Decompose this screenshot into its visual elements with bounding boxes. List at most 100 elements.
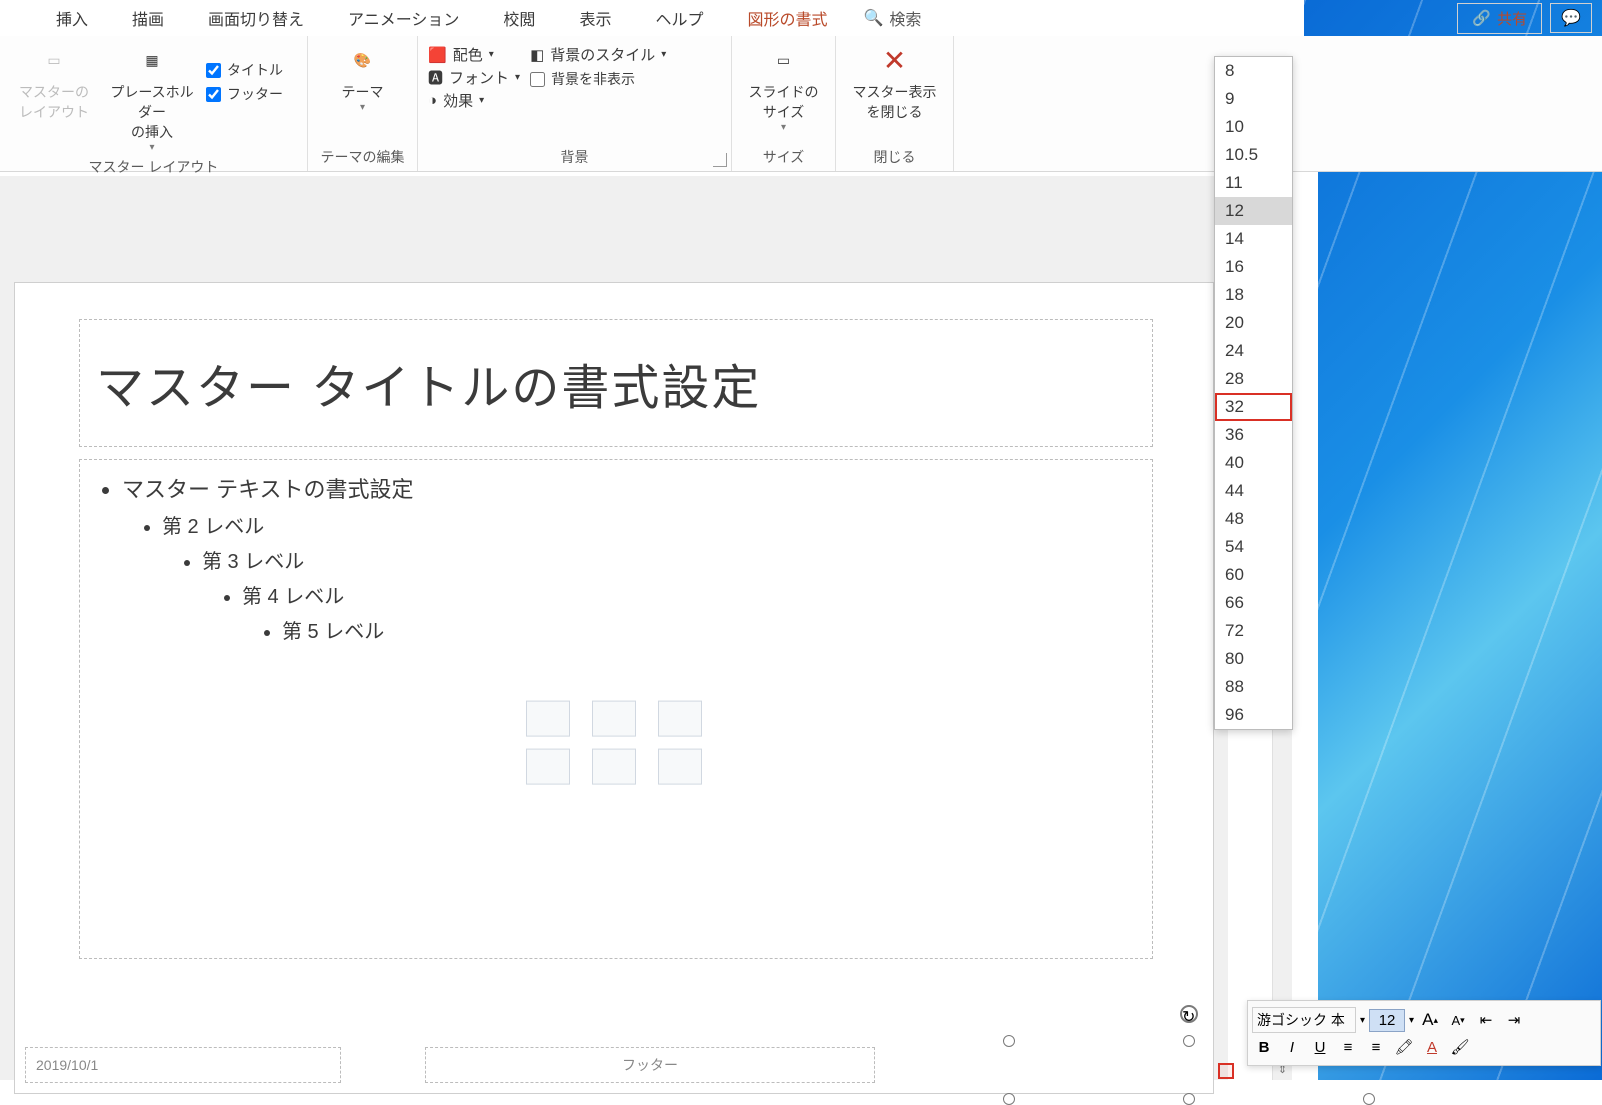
font-size-option[interactable]: 12: [1215, 197, 1292, 225]
increase-font-button[interactable]: A▴: [1418, 1008, 1442, 1032]
chevron-down-icon: ▾: [360, 102, 365, 113]
comment-icon: 💬: [1561, 10, 1581, 27]
tab-view[interactable]: 表示: [557, 0, 633, 36]
footer-checkbox[interactable]: フッター: [206, 84, 283, 104]
resize-handle[interactable]: [1183, 1035, 1195, 1047]
body-placeholder[interactable]: マスター テキストの書式設定 第 2 レベル 第 3 レベル 第 4 レベル 第…: [79, 459, 1153, 959]
share-label: 共有: [1497, 8, 1527, 29]
body-level-1: マスター テキストの書式設定: [122, 472, 1136, 504]
font-size-option[interactable]: 11: [1215, 169, 1292, 197]
font-size-option[interactable]: 96: [1215, 701, 1292, 729]
font-size-option[interactable]: 10: [1215, 113, 1292, 141]
effects-dropdown[interactable]: ◑効果 ▾: [428, 90, 520, 111]
close-master-button[interactable]: ✕ マスター表示 を閉じる: [851, 42, 939, 122]
underline-button[interactable]: U: [1308, 1035, 1332, 1059]
share-icon: 🔗: [1472, 9, 1491, 27]
resize-handle[interactable]: [1183, 1093, 1195, 1105]
chevron-down-icon[interactable]: ▾: [1360, 1015, 1365, 1026]
italic-button[interactable]: I: [1280, 1035, 1304, 1059]
resize-handle[interactable]: [1363, 1093, 1375, 1105]
chart-icon[interactable]: [592, 701, 636, 737]
font-size-option[interactable]: 28: [1215, 365, 1292, 393]
font-size-combo[interactable]: [1369, 1009, 1405, 1032]
align-center-button[interactable]: ≡: [1364, 1035, 1388, 1059]
decrease-font-button[interactable]: A▾: [1446, 1008, 1470, 1032]
chevron-down-icon: ▾: [479, 95, 484, 106]
font-size-option[interactable]: 54: [1215, 533, 1292, 561]
font-size-option[interactable]: 60: [1215, 561, 1292, 589]
insert-placeholder-button[interactable]: ▦ プレースホルダー の挿入 ▾: [108, 42, 196, 153]
format-painter-button[interactable]: 🖌: [1448, 1035, 1472, 1059]
fonts-label: フォント: [449, 67, 509, 88]
font-size-option[interactable]: 10.5: [1215, 141, 1292, 169]
slide-size-button[interactable]: ▭ スライドの サイズ ▾: [742, 42, 825, 133]
smartart-icon[interactable]: [658, 701, 702, 737]
font-name-combo[interactable]: 游ゴシック 本: [1252, 1007, 1356, 1033]
tab-animations[interactable]: アニメーション: [326, 0, 481, 36]
bg-styles-label: 背景のスタイル: [550, 44, 655, 65]
insert-placeholder-label: プレースホルダー の挿入: [108, 82, 196, 142]
background-styles-dropdown[interactable]: ◧背景のスタイル ▾: [530, 44, 666, 65]
colors-icon: 🟥: [428, 46, 447, 64]
group-background-label: 背景: [428, 143, 721, 171]
font-size-option[interactable]: 16: [1215, 253, 1292, 281]
tab-transitions[interactable]: 画面切り替え: [186, 0, 326, 36]
tab-review[interactable]: 校閲: [481, 0, 557, 36]
font-size-option[interactable]: 66: [1215, 589, 1292, 617]
font-size-dropdown-list[interactable]: 891010.511121416182024283236404448546066…: [1214, 56, 1293, 730]
dialog-launcher-icon[interactable]: [713, 153, 727, 167]
fonts-dropdown[interactable]: 🅰フォント ▾: [428, 67, 520, 88]
bold-button[interactable]: B: [1252, 1035, 1276, 1059]
footer-placeholder[interactable]: フッター: [425, 1047, 875, 1083]
resize-handle[interactable]: [1003, 1035, 1015, 1047]
online-picture-icon[interactable]: [592, 749, 636, 785]
video-icon[interactable]: [658, 749, 702, 785]
font-size-option[interactable]: 36: [1215, 421, 1292, 449]
font-size-option[interactable]: 20: [1215, 309, 1292, 337]
slide-canvas[interactable]: マスター タイトルの書式設定 マスター テキストの書式設定 第 2 レベル 第 …: [0, 176, 1228, 1080]
group-close: ✕ マスター表示 を閉じる 閉じる: [836, 36, 954, 171]
font-size-option[interactable]: 72: [1215, 617, 1292, 645]
font-size-option[interactable]: 80: [1215, 645, 1292, 673]
hide-background-checkbox[interactable]: 背景を非表示: [530, 69, 666, 89]
font-size-option[interactable]: 40: [1215, 449, 1292, 477]
tab-draw[interactable]: 描画: [110, 0, 186, 36]
title-placeholder[interactable]: マスター タイトルの書式設定: [79, 319, 1153, 447]
picture-icon[interactable]: [526, 749, 570, 785]
font-size-option[interactable]: 24: [1215, 337, 1292, 365]
themes-button[interactable]: 🎨 テーマ ▾: [319, 42, 407, 113]
group-close-label: 閉じる: [846, 143, 943, 171]
tell-me-search[interactable]: 🔍 検索: [863, 6, 921, 30]
group-background: 🟥配色 ▾ 🅰フォント ▾ ◑効果 ▾ ◧背景のスタイル ▾ 背景を非表示 背景: [418, 36, 732, 171]
font-size-option[interactable]: 8: [1215, 57, 1292, 85]
share-button[interactable]: 🔗 共有: [1457, 3, 1542, 34]
decrease-indent-button[interactable]: ⇤: [1474, 1008, 1498, 1032]
font-size-option[interactable]: 88: [1215, 673, 1292, 701]
font-size-option[interactable]: 48: [1215, 505, 1292, 533]
group-theme-edit-label: テーマの編集: [318, 143, 407, 171]
table-icon[interactable]: [526, 701, 570, 737]
colors-dropdown[interactable]: 🟥配色 ▾: [428, 44, 520, 65]
close-icon: ✕: [873, 42, 917, 78]
font-size-option[interactable]: 9: [1215, 85, 1292, 113]
date-placeholder[interactable]: 2019/10/1: [25, 1047, 341, 1083]
highlight-color-button[interactable]: 🖍: [1392, 1035, 1416, 1059]
tab-insert[interactable]: 挿入: [34, 0, 110, 36]
rotation-handle[interactable]: ↻: [1180, 1005, 1198, 1023]
tab-shape-format[interactable]: 図形の書式: [725, 0, 849, 36]
align-left-button[interactable]: ≡: [1336, 1035, 1360, 1059]
tab-help[interactable]: ヘルプ: [633, 0, 725, 36]
font-size-option[interactable]: 18: [1215, 281, 1292, 309]
increase-indent-button[interactable]: ⇥: [1502, 1008, 1526, 1032]
font-size-option[interactable]: 14: [1215, 225, 1292, 253]
chevron-down-icon[interactable]: ▾: [1409, 1015, 1414, 1026]
font-size-option[interactable]: 44: [1215, 477, 1292, 505]
resize-handle[interactable]: [1003, 1093, 1015, 1105]
font-color-button[interactable]: A: [1420, 1035, 1444, 1059]
master-layout-icon: ▭: [32, 42, 76, 78]
slide-master: マスター タイトルの書式設定 マスター テキストの書式設定 第 2 レベル 第 …: [14, 282, 1214, 1094]
font-size-option[interactable]: 32: [1215, 393, 1292, 421]
menu-bar: 挿入 描画 画面切り替え アニメーション 校閲 表示 ヘルプ 図形の書式 🔍 検…: [0, 0, 1602, 36]
comments-button[interactable]: 💬: [1550, 3, 1592, 33]
title-checkbox[interactable]: タイトル: [206, 60, 283, 80]
